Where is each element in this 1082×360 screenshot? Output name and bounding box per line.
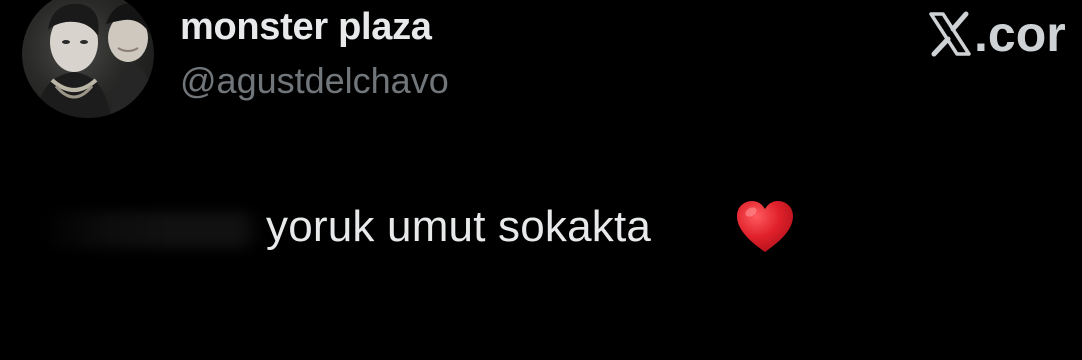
x-logo-icon [928,11,972,57]
tweet-body: yoruk umut sokakta [0,196,1082,260]
avatar[interactable] [22,0,154,118]
tweet-text: yoruk umut sokakta [266,202,652,251]
user-handle[interactable]: @agustdelchavo [180,60,449,102]
display-name[interactable]: monster plaza [180,6,432,49]
profile-photo-icon [36,3,154,118]
x-watermark: .cor [928,4,1066,64]
red-heart-icon [734,198,796,256]
tweet-card: monster plaza @agustdelchavo .cor yoruk … [0,0,1082,360]
blurred-text [40,212,262,248]
watermark-text: .cor [974,6,1066,62]
